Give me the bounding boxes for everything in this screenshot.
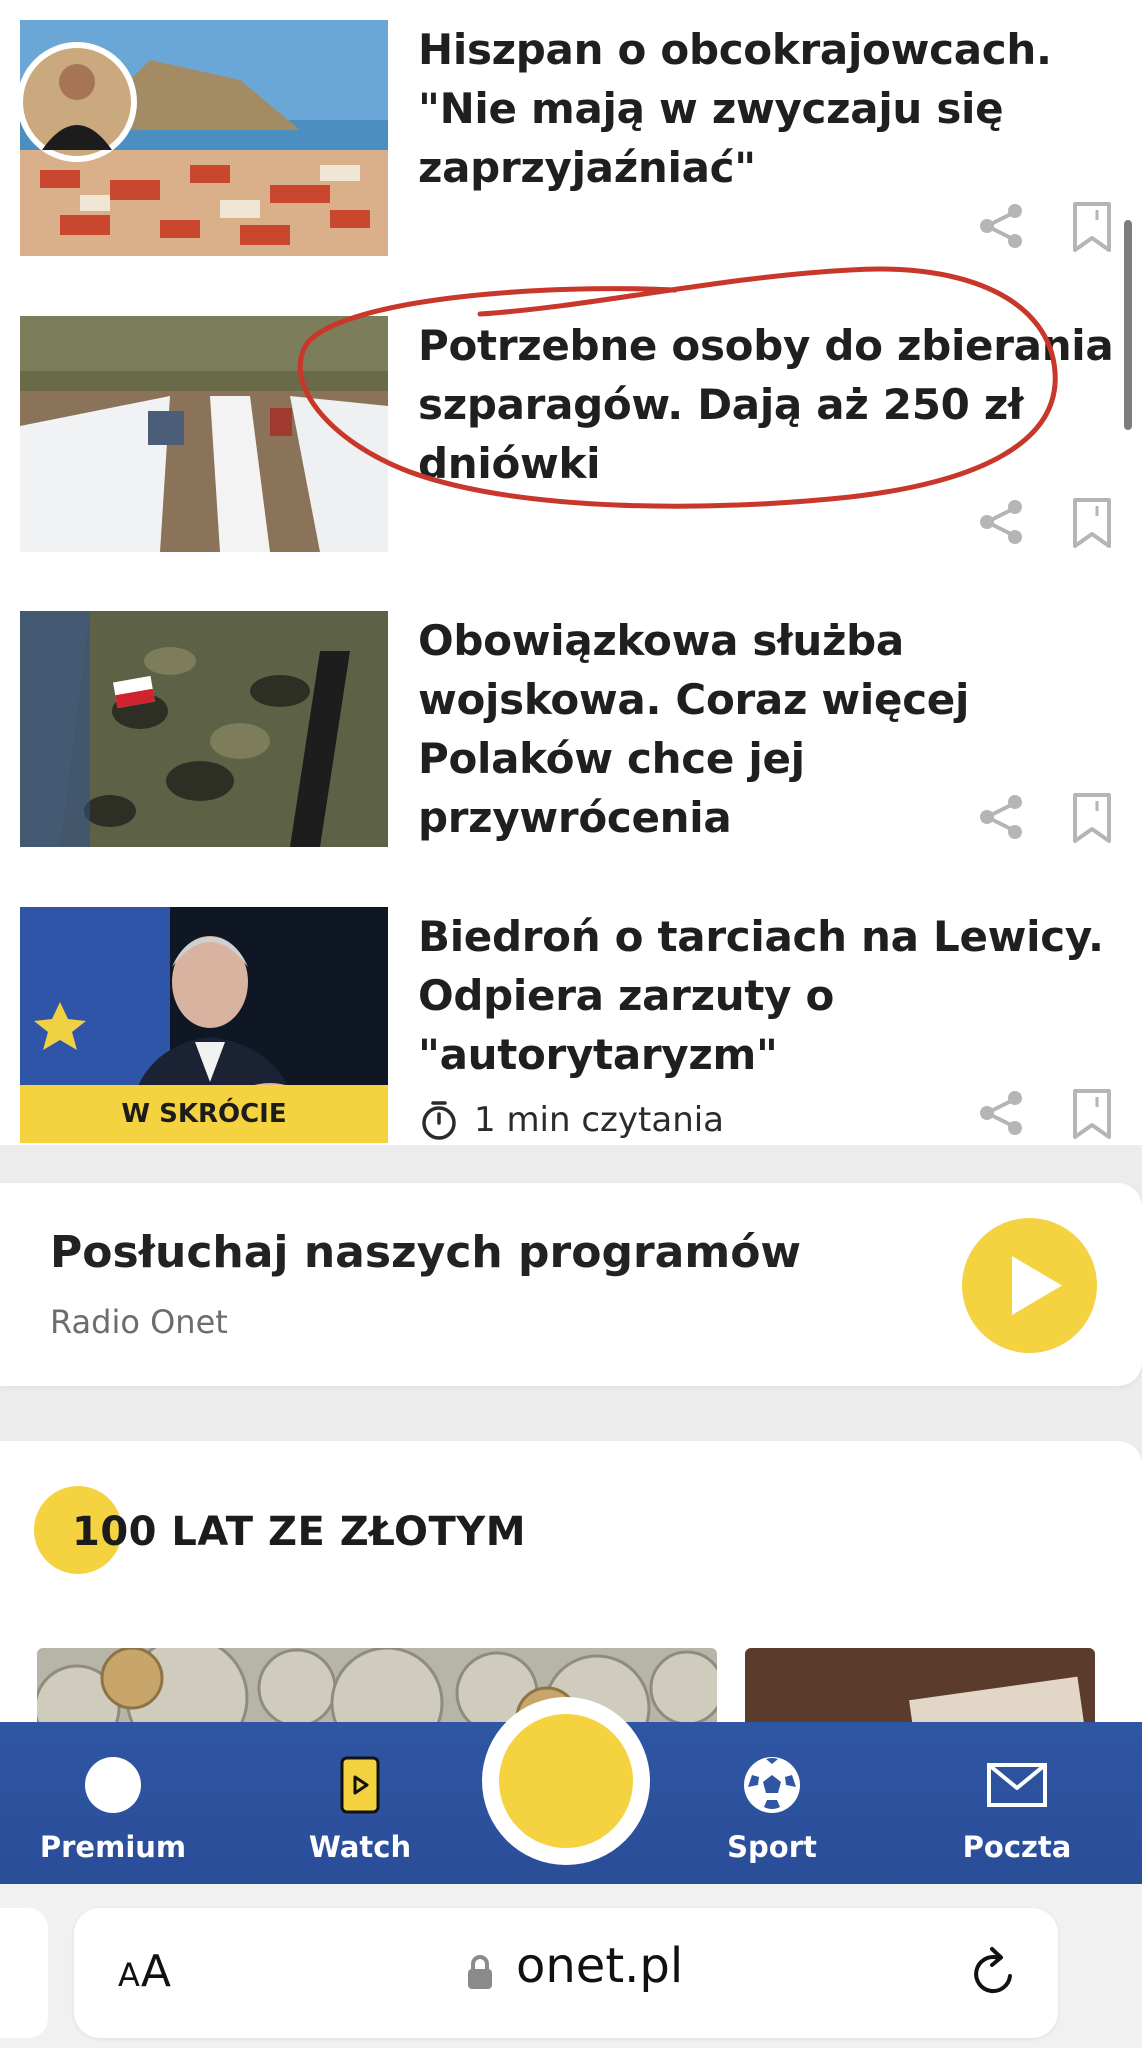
nav-label-watch: Watch xyxy=(308,1830,412,1864)
radio-title[interactable]: Posłuchaj naszych programów xyxy=(50,1227,801,1278)
radio-subtitle: Radio Onet xyxy=(50,1303,228,1341)
bookmark-icon[interactable] xyxy=(1070,1087,1114,1141)
nav-item-poczta[interactable]: Poczta xyxy=(957,1722,1077,1884)
bookmark-icon[interactable] xyxy=(1070,496,1114,550)
text-size-small-a: A xyxy=(118,1956,141,1994)
share-icon[interactable] xyxy=(975,496,1027,548)
nav-item-watch[interactable]: Watch xyxy=(300,1722,420,1884)
article-thumbnail[interactable] xyxy=(20,611,388,847)
share-icon[interactable] xyxy=(975,200,1027,252)
text-size-button[interactable]: AA xyxy=(118,1946,172,1997)
share-icon[interactable] xyxy=(975,791,1027,843)
text-size-large-a: A xyxy=(140,1946,172,1997)
address-bar[interactable]: AA onet.pl xyxy=(74,1908,1058,2038)
article-thumbnail[interactable]: W SKRÓCIE xyxy=(20,907,388,1143)
nav-item-sport[interactable]: Sport xyxy=(712,1722,832,1884)
browser-toolbar: AA onet.pl xyxy=(0,1884,1142,2048)
scrollbar[interactable] xyxy=(1124,220,1132,430)
bookmark-icon[interactable] xyxy=(1070,791,1114,845)
bookmark-icon[interactable] xyxy=(1070,200,1114,254)
radio-card[interactable]: Posłuchaj naszych programów Radio Onet xyxy=(0,1183,1142,1386)
mail-icon xyxy=(986,1754,1048,1816)
read-time-label: 1 min czytania xyxy=(474,1100,725,1140)
section-title[interactable]: 100 LAT ZE ZŁOTYM xyxy=(72,1509,526,1555)
article-title[interactable]: Potrzebne osoby do zbierania szparagów. … xyxy=(418,316,1118,493)
lock-icon xyxy=(468,1955,492,1989)
article-title[interactable]: Biedroń o tarciach na Lewicy. Odpiera za… xyxy=(418,907,1118,1084)
play-button[interactable] xyxy=(962,1218,1097,1353)
article-item[interactable]: W SKRÓCIE Biedroń o tarciach na Lewicy. … xyxy=(0,907,1142,1143)
previous-tab[interactable] xyxy=(0,1908,48,2038)
article-item[interactable]: Obowiązkowa służba wojskowa. Coraz więce… xyxy=(0,611,1142,847)
nav-item-premium[interactable]: Premium xyxy=(39,1722,187,1884)
article-title[interactable]: Hiszpan o obcokrajowcach. "Nie mają w zw… xyxy=(418,20,1118,197)
nav-label-sport: Sport xyxy=(727,1830,817,1864)
circle-icon xyxy=(82,1754,144,1816)
reload-icon[interactable] xyxy=(966,1946,1022,2002)
center-button-fill xyxy=(499,1714,633,1848)
nav-label-premium: Premium xyxy=(39,1830,187,1864)
share-icon[interactable] xyxy=(975,1087,1027,1139)
url-text[interactable]: onet.pl xyxy=(516,1938,683,1994)
play-icon xyxy=(329,1754,391,1816)
center-action-button[interactable] xyxy=(482,1697,650,1865)
read-time: 1 min czytania xyxy=(418,1099,724,1141)
stopwatch-icon xyxy=(422,1101,456,1140)
article-item[interactable]: Potrzebne osoby do zbierania szparagów. … xyxy=(0,316,1142,552)
article-thumbnail[interactable] xyxy=(20,316,388,552)
summary-badge: W SKRÓCIE xyxy=(20,1085,388,1143)
article-item[interactable]: Hiszpan o obcokrajowcach. "Nie mają w zw… xyxy=(0,20,1142,256)
soccer-ball-icon xyxy=(741,1754,803,1816)
nav-label-poczta: Poczta xyxy=(962,1830,1072,1864)
play-icon xyxy=(1012,1256,1062,1315)
article-thumbnail[interactable] xyxy=(20,20,388,256)
